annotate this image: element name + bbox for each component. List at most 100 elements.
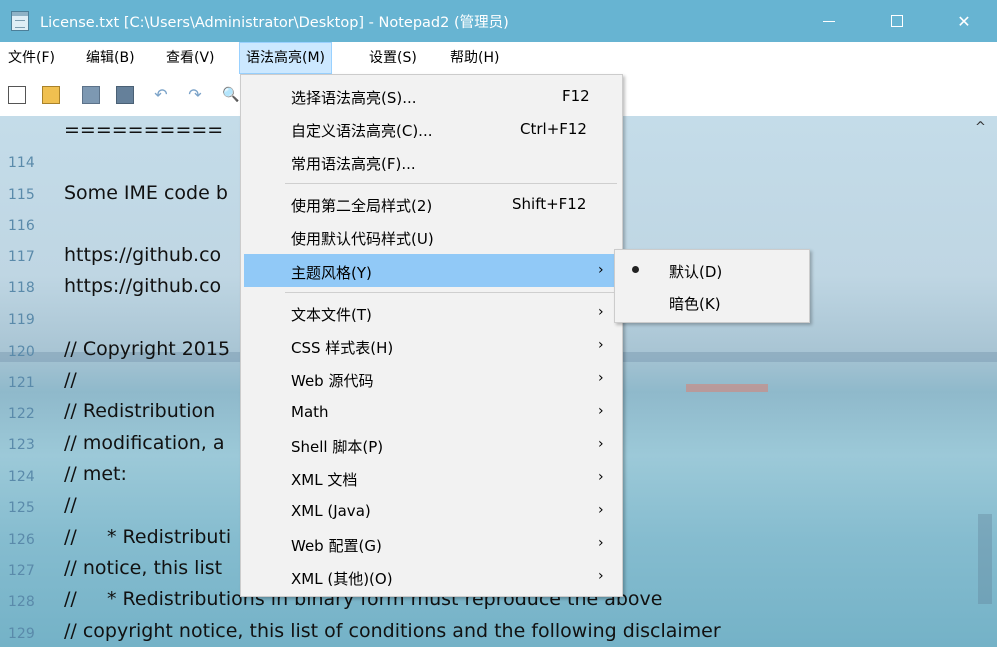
line-number: 125 [8, 500, 35, 516]
code-line[interactable]: // met: [64, 463, 127, 485]
chevron-right-icon: › [598, 502, 604, 518]
menu-view[interactable]: 查看(V) [160, 42, 221, 74]
line-number: 121 [8, 375, 35, 391]
menu-item-xml-document[interactable]: XML 文档 › [244, 461, 619, 494]
line-number: 126 [8, 532, 35, 548]
menu-item-default-code-style[interactable]: 使用默认代码样式(U) [244, 220, 619, 253]
close-button[interactable]: ✕ [941, 0, 987, 42]
menu-item-second-global-style[interactable]: 使用第二全局样式(2) Shift+F12 [244, 187, 619, 220]
line-number: 119 [8, 312, 35, 328]
window-title: License.txt [C:\Users\Administrator\Desk… [40, 15, 509, 31]
menu-item-math[interactable]: Math › [244, 395, 619, 428]
menu-item-custom-syntax[interactable]: 自定义语法高亮(C)... Ctrl+F12 [244, 112, 619, 145]
menu-item-label: 自定义语法高亮(C)... [291, 122, 433, 140]
undo-icon[interactable]: ↶ [152, 86, 170, 104]
radio-bullet-icon [632, 266, 639, 273]
chevron-right-icon: › [598, 262, 604, 278]
menu-bar: 文件(F) 编辑(B) 查看(V) 语法高亮(M) 设置(S) 帮助(H) [0, 42, 997, 74]
menu-item-xml-other[interactable]: XML (其他)(O) › [244, 560, 619, 593]
menu-item-shell-script[interactable]: Shell 脚本(P) › [244, 428, 619, 461]
line-number: 123 [8, 437, 35, 453]
menu-item-label: Web 配置(G) [291, 537, 382, 555]
find-icon[interactable]: 🔍 [222, 86, 240, 104]
menu-item-select-syntax[interactable]: 选择语法高亮(S)... F12 [244, 79, 619, 112]
open-folder-icon[interactable] [42, 86, 60, 104]
submenu-item-dark[interactable]: 暗色(K) [618, 287, 806, 317]
menu-item-web-source[interactable]: Web 源代码 › [244, 362, 619, 395]
menu-item-label: Web 源代码 [291, 372, 374, 390]
menu-item-css[interactable]: CSS 样式表(H) › [244, 329, 619, 362]
menu-item-xml-java[interactable]: XML (Java) › [244, 494, 619, 527]
code-line[interactable]: https://github.co [64, 275, 221, 297]
menu-settings[interactable]: 设置(S) [363, 42, 423, 74]
chevron-right-icon: › [598, 370, 604, 386]
chevron-right-icon: › [598, 403, 604, 419]
menu-separator [285, 183, 617, 184]
menu-item-text-file[interactable]: 文本文件(T) › [244, 296, 619, 329]
redo-icon[interactable]: ↷ [186, 86, 204, 104]
menu-item-label: 文本文件(T) [291, 306, 372, 324]
background-boat [686, 384, 768, 392]
menu-item-label: CSS 样式表(H) [291, 339, 394, 357]
code-line[interactable]: // [64, 494, 77, 516]
maximize-icon [891, 15, 903, 27]
title-bar: License.txt [C:\Users\Administrator\Desk… [0, 0, 997, 42]
line-number: 118 [8, 280, 35, 296]
syntax-menu-dropdown: 选择语法高亮(S)... F12 自定义语法高亮(C)... Ctrl+F12 … [240, 74, 623, 597]
menu-item-label: Shell 脚本(P) [291, 438, 384, 456]
menu-item-label: 常用语法高亮(F)... [291, 155, 416, 173]
menu-item-label: 使用默认代码样式(U) [291, 230, 434, 248]
chevron-right-icon: › [598, 469, 604, 485]
menu-item-shortcut: Shift+F12 [512, 195, 587, 213]
menu-item-label: 选择语法高亮(S)... [291, 89, 417, 107]
scroll-up-icon[interactable]: ^ [975, 120, 986, 135]
line-number: 127 [8, 563, 35, 579]
save-all-icon[interactable] [116, 86, 134, 104]
code-line[interactable]: // copyright notice, this list of condit… [64, 620, 721, 642]
line-number: 124 [8, 469, 35, 485]
line-number: 122 [8, 406, 35, 422]
menu-item-label: XML (其他)(O) [291, 570, 393, 588]
line-number: 128 [8, 594, 35, 610]
notepad-app-icon [11, 11, 29, 31]
menu-help[interactable]: 帮助(H) [444, 42, 505, 74]
minimize-button[interactable] [806, 0, 852, 42]
menu-item-favorite-syntax[interactable]: 常用语法高亮(F)... [244, 145, 619, 178]
line-number: 114 [8, 155, 35, 171]
maximize-button[interactable] [874, 0, 920, 42]
menu-item-shortcut: Ctrl+F12 [520, 120, 587, 138]
menu-item-label: 使用第二全局样式(2) [291, 197, 433, 215]
menu-item-label: 主题风格(Y) [291, 264, 372, 282]
code-line[interactable]: // [64, 369, 77, 391]
code-line[interactable]: https://github.co [64, 244, 221, 266]
vertical-scrollbar-thumb[interactable] [978, 514, 992, 604]
chevron-right-icon: › [598, 568, 604, 584]
submenu-item-label: 暗色(K) [669, 295, 721, 313]
close-icon: ✕ [957, 11, 971, 31]
menu-separator [285, 292, 617, 293]
submenu-item-default[interactable]: 默认(D) [618, 255, 806, 285]
code-line[interactable]: ========== [64, 119, 223, 141]
menu-edit[interactable]: 编辑(B) [80, 42, 141, 74]
chevron-right-icon: › [598, 337, 604, 353]
menu-item-theme-style[interactable]: 主题风格(Y) › [244, 254, 619, 287]
save-icon[interactable] [82, 86, 100, 104]
line-number: 120 [8, 344, 35, 360]
line-number: 117 [8, 249, 35, 265]
line-number: 129 [8, 626, 35, 642]
line-number: 116 [8, 218, 35, 234]
line-number: 115 [8, 187, 35, 203]
submenu-item-label: 默认(D) [669, 263, 723, 281]
menu-item-label: Math [291, 403, 329, 421]
chevron-right-icon: › [598, 304, 604, 320]
menu-item-shortcut: F12 [562, 87, 590, 105]
menu-file[interactable]: 文件(F) [2, 42, 61, 74]
menu-syntax[interactable]: 语法高亮(M) [239, 42, 333, 74]
minimize-icon [823, 20, 835, 22]
theme-submenu: 默认(D) 暗色(K) [614, 249, 810, 323]
chevron-right-icon: › [598, 535, 604, 551]
menu-item-label: XML 文档 [291, 471, 358, 489]
new-file-icon[interactable] [8, 86, 26, 104]
chevron-right-icon: › [598, 436, 604, 452]
menu-item-web-config[interactable]: Web 配置(G) › [244, 527, 619, 560]
